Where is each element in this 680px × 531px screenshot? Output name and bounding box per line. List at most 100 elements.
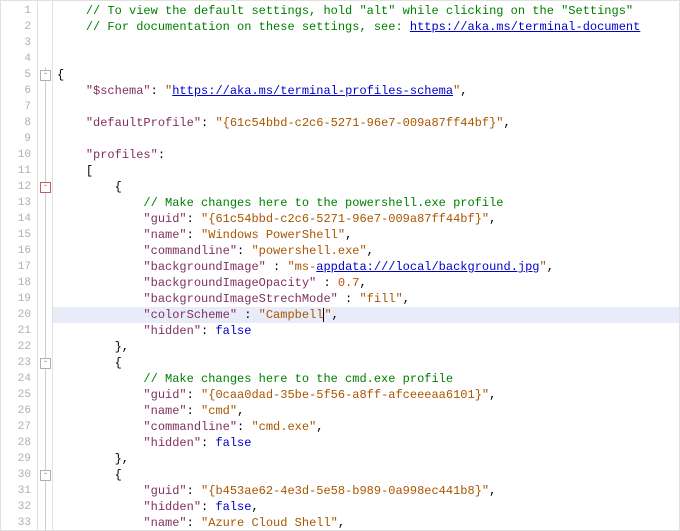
code-line[interactable]: }, [53, 451, 679, 467]
code-line[interactable]: // Make changes here to the powershell.e… [53, 195, 679, 211]
line-number: 19 [1, 291, 37, 307]
comment-text: // Make changes here to the cmd.exe prof… [143, 372, 453, 386]
line-number: 5 [1, 67, 37, 83]
json-key: "guid" [143, 388, 186, 402]
line-number: 27 [1, 419, 37, 435]
json-key: "commandline" [143, 244, 237, 258]
code-line[interactable]: "commandline": "powershell.exe", [53, 243, 679, 259]
json-key: "hidden" [143, 500, 201, 514]
brace: { [115, 468, 122, 482]
line-number: 8 [1, 115, 37, 131]
code-line[interactable]: }, [53, 339, 679, 355]
code-line[interactable]: "defaultProfile": "{61c54bbd-c2c6-5271-9… [53, 115, 679, 131]
code-line[interactable]: "hidden": false, [53, 499, 679, 515]
code-line[interactable] [53, 99, 679, 115]
line-number: 16 [1, 243, 37, 259]
line-number: 14 [1, 211, 37, 227]
comment-text: // For documentation on these settings, … [86, 20, 410, 34]
json-key: "backgroundImage" [143, 260, 265, 274]
line-number: 29 [1, 451, 37, 467]
fold-icon[interactable]: - [40, 182, 51, 193]
line-number: 25 [1, 387, 37, 403]
fold-icon[interactable]: - [40, 70, 51, 81]
code-line[interactable]: { [53, 355, 679, 371]
code-line[interactable]: "hidden": false [53, 323, 679, 339]
json-value: "Campbell [259, 308, 324, 322]
json-key: "backgroundImageStrechMode" [143, 292, 337, 306]
code-line[interactable]: // Make changes here to the cmd.exe prof… [53, 371, 679, 387]
line-number: 4 [1, 51, 37, 67]
line-number: 15 [1, 227, 37, 243]
line-number: 6 [1, 83, 37, 99]
code-line[interactable]: { [53, 467, 679, 483]
line-number: 13 [1, 195, 37, 211]
json-key: "name" [143, 228, 186, 242]
code-line[interactable]: [ [53, 163, 679, 179]
code-line[interactable]: "$schema": "https://aka.ms/terminal-prof… [53, 83, 679, 99]
json-value: "{61c54bbd-c2c6-5271-96e7-009a87ff44bf}" [201, 212, 489, 226]
json-key: "hidden" [143, 324, 201, 338]
line-number-gutter: 1 2 3 4 5 6 7 8 9 10 11 12 13 14 15 16 1… [1, 1, 38, 530]
code-line[interactable]: { [53, 179, 679, 195]
line-number: 32 [1, 499, 37, 515]
line-number: 24 [1, 371, 37, 387]
json-key: "guid" [143, 212, 186, 226]
fold-gutter: - - - - [38, 1, 53, 530]
json-value: "{b453ae62-4e3d-5e58-b989-0a998ec441b8}" [201, 484, 489, 498]
json-value: "Azure Cloud Shell" [201, 516, 338, 530]
code-line[interactable]: { [53, 67, 679, 83]
code-line-current[interactable]: "colorScheme" : "Campbell", [53, 307, 679, 323]
brace: }, [115, 340, 129, 354]
brace: { [115, 180, 122, 194]
code-line[interactable]: "name": "Azure Cloud Shell", [53, 515, 679, 530]
line-number: 23 [1, 355, 37, 371]
code-line[interactable] [53, 35, 679, 51]
json-value: false [215, 500, 251, 514]
code-line[interactable]: "hidden": false [53, 435, 679, 451]
code-line[interactable]: "name": "Windows PowerShell", [53, 227, 679, 243]
code-editor[interactable]: 1 2 3 4 5 6 7 8 9 10 11 12 13 14 15 16 1… [0, 0, 680, 531]
line-number: 1 [1, 3, 37, 19]
code-line[interactable]: // For documentation on these settings, … [53, 19, 679, 35]
bg-image-link[interactable]: appdata:///local/background.jpg [316, 260, 539, 274]
json-value: false [215, 436, 251, 450]
code-area[interactable]: // To view the default settings, hold "a… [53, 1, 679, 530]
brace: { [57, 68, 64, 82]
code-line[interactable] [53, 51, 679, 67]
fold-icon[interactable]: - [40, 470, 51, 481]
line-number: 18 [1, 275, 37, 291]
json-value: false [215, 324, 251, 338]
code-line[interactable]: // To view the default settings, hold "a… [53, 3, 679, 19]
line-number: 11 [1, 163, 37, 179]
json-key: "defaultProfile" [86, 116, 201, 130]
line-number: 33 [1, 515, 37, 531]
json-value: 0.7 [338, 276, 360, 290]
code-line[interactable]: "guid": "{61c54bbd-c2c6-5271-96e7-009a87… [53, 211, 679, 227]
code-line[interactable] [53, 131, 679, 147]
code-line[interactable]: "commandline": "cmd.exe", [53, 419, 679, 435]
doc-link[interactable]: https://aka.ms/terminal-document [410, 20, 640, 34]
comment-text: // To view the default settings, hold "a… [86, 4, 641, 18]
code-line[interactable]: "guid": "{0caa0dad-35be-5f56-a8ff-afceee… [53, 387, 679, 403]
line-number: 21 [1, 323, 37, 339]
json-value: "powershell.exe" [251, 244, 366, 258]
json-value: "cmd" [201, 404, 237, 418]
code-line[interactable]: "name": "cmd", [53, 403, 679, 419]
line-number: 12 [1, 179, 37, 195]
code-line[interactable]: "backgroundImageStrechMode" : "fill", [53, 291, 679, 307]
json-value: "Windows PowerShell" [201, 228, 345, 242]
json-key: "name" [143, 404, 186, 418]
json-value: "{0caa0dad-35be-5f56-a8ff-afceeeaa6101}" [201, 388, 489, 402]
json-key: "commandline" [143, 420, 237, 434]
json-key: "guid" [143, 484, 186, 498]
line-number: 3 [1, 35, 37, 51]
fold-icon[interactable]: - [40, 358, 51, 369]
line-number: 28 [1, 435, 37, 451]
code-line[interactable]: "backgroundImageOpacity" : 0.7, [53, 275, 679, 291]
code-line[interactable]: "profiles": [53, 147, 679, 163]
schema-link[interactable]: https://aka.ms/terminal-profiles-schema [172, 84, 453, 98]
line-number: 30 [1, 467, 37, 483]
code-line[interactable]: "guid": "{b453ae62-4e3d-5e58-b989-0a998e… [53, 483, 679, 499]
json-key: "profiles" [86, 148, 158, 162]
code-line[interactable]: "backgroundImage" : "ms-appdata:///local… [53, 259, 679, 275]
